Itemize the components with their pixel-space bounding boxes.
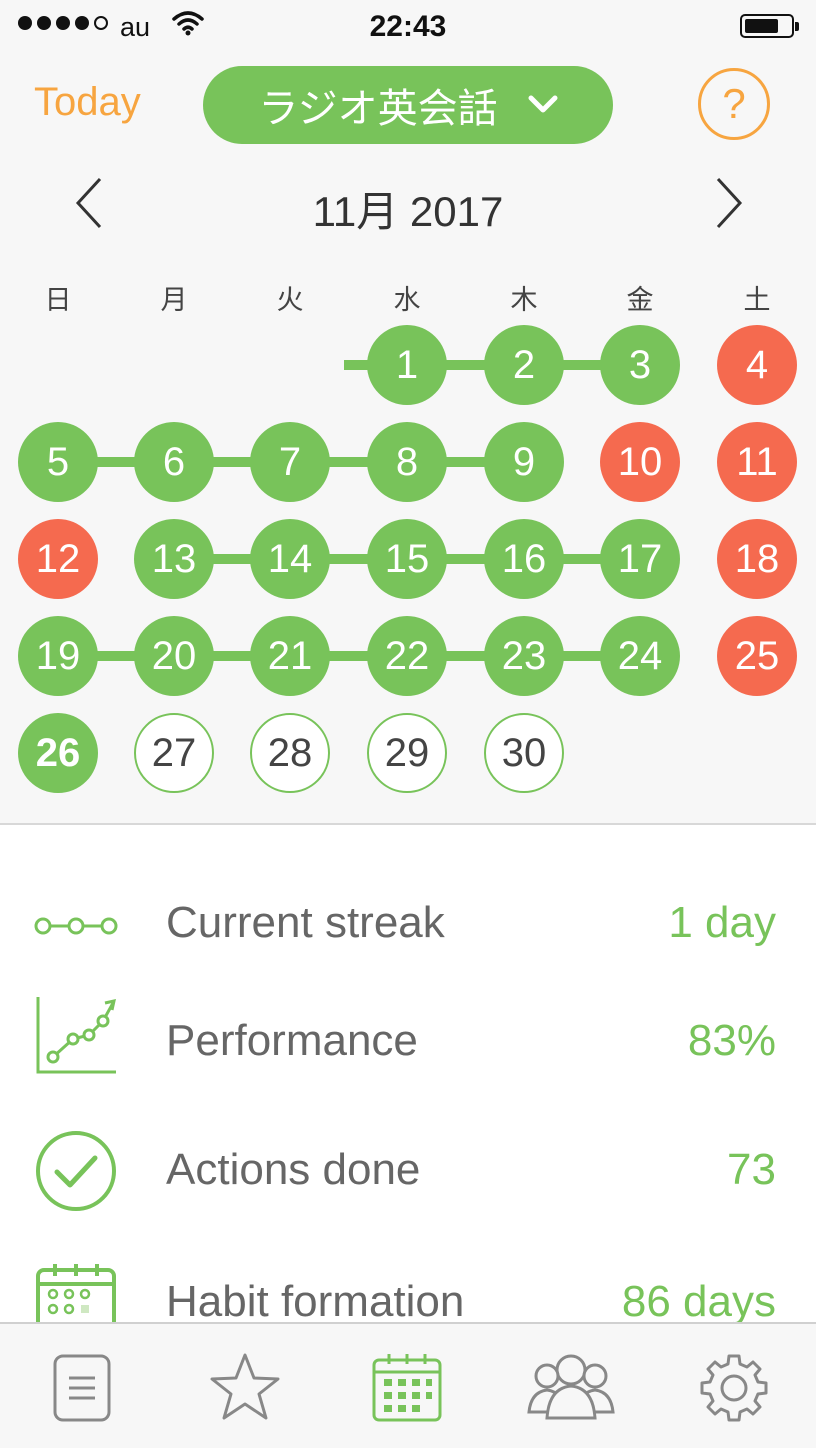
calendar-day-future[interactable]: 28 [250,713,330,793]
calendar-day-done[interactable]: 15 [367,519,447,599]
calendar-day-missed[interactable]: 4 [717,325,797,405]
calendar-day-done[interactable]: 6 [134,422,214,502]
weekday-label: 日 [44,285,72,315]
calendar-day-done[interactable]: 9 [484,422,564,502]
calendar-day-done[interactable]: 24 [600,616,680,696]
calendar-day-missed[interactable]: 11 [717,422,797,502]
stat-label: Performance [166,1016,418,1065]
calendar-icon[interactable] [371,1352,443,1424]
calendar-day-done[interactable]: 1 [367,325,447,405]
calendar-day-missed[interactable]: 25 [717,616,797,696]
month-title: 11月 2017 [312,188,504,235]
today-button[interactable]: Today [34,80,141,125]
weekday-label: 月 [160,285,188,315]
gear-icon[interactable] [698,1352,770,1424]
calendar-day-done[interactable]: 13 [134,519,214,599]
habit-name: ラジオ英会話 [258,87,498,131]
status-bar: au 22:43 [0,0,816,52]
clock: 22:43 [369,10,447,43]
calendar-day-done[interactable]: 2 [484,325,564,405]
stat-value: 1 day [668,898,776,947]
battery-icon [740,14,799,38]
calendar-day-future[interactable]: 27 [134,713,214,793]
calendar-day-done[interactable]: 23 [484,616,564,696]
calendar-day-done[interactable]: 20 [134,616,214,696]
next-month-arrow-icon[interactable] [708,175,748,231]
calendar-day-future[interactable]: 29 [367,713,447,793]
performance-chart-icon [36,997,116,1074]
calendar-day-today[interactable]: 26 [18,713,98,793]
chevron-down-icon [528,95,558,113]
calendar-day-done[interactable]: 17 [600,519,680,599]
list-icon[interactable] [53,1354,111,1422]
streak-icon [34,917,118,935]
calendar-day-done[interactable]: 14 [250,519,330,599]
stat-label: Habit formation [166,1277,465,1326]
weekday-label: 火 [276,285,304,315]
stat-label: Actions done [166,1145,421,1194]
stat-value: 83% [687,1016,776,1065]
help-button[interactable]: ? [698,68,770,140]
people-icon[interactable] [523,1350,619,1422]
weekday-label: 土 [743,285,771,315]
calendar-day-future[interactable]: 30 [484,713,564,793]
tab-bar [0,1322,816,1448]
calendar-day-done[interactable]: 21 [250,616,330,696]
weekday-label: 木 [510,285,538,315]
stat-value: 73 [727,1145,776,1194]
calendar-day-done[interactable]: 3 [600,325,680,405]
calendar-day-missed[interactable]: 18 [717,519,797,599]
calendar-day-missed[interactable]: 10 [600,422,680,502]
stat-value: 86 days [621,1277,776,1326]
calendar-day-done[interactable]: 5 [18,422,98,502]
checkmark-circle-icon [36,1131,116,1211]
calendar-day-done[interactable]: 8 [367,422,447,502]
calendar-day-done[interactable]: 7 [250,422,330,502]
habit-selector-dropdown[interactable]: ラジオ英会話 [203,66,613,144]
calendar-day-done[interactable]: 19 [18,616,98,696]
habit-calendar-icon [36,1264,116,1322]
weekday-label: 金 [626,285,654,315]
weekday-label: 水 [393,285,421,315]
calendar-day-done[interactable]: 22 [367,616,447,696]
star-icon[interactable] [209,1352,281,1422]
stat-label: Current streak [166,898,445,947]
calendar-day-missed[interactable]: 12 [18,519,98,599]
calendar-day-done[interactable]: 16 [484,519,564,599]
